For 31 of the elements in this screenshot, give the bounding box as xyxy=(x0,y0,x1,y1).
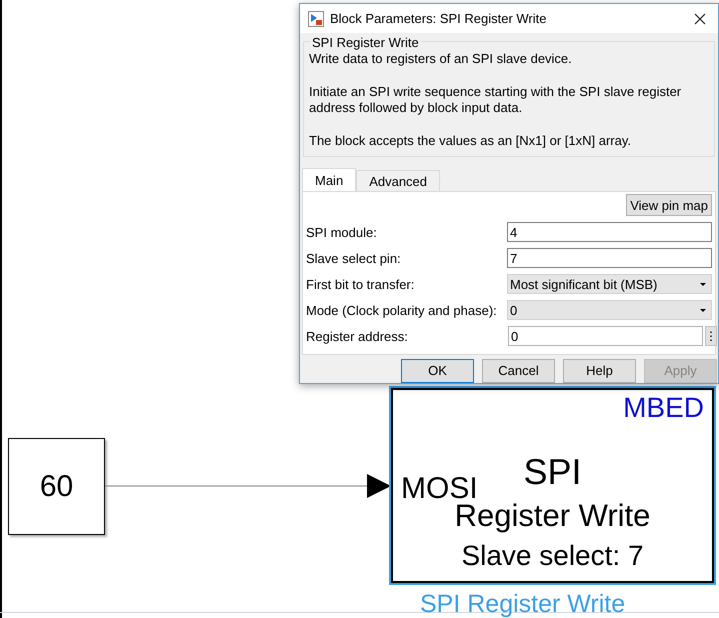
block-name: SPI Register Write xyxy=(420,592,626,617)
description-text: Write data to registers of an SPI slave device. xyxy=(309,51,573,67)
spi-block[interactable]: MBED MOSI SPI Register Write Slave select: 7 xyxy=(389,386,716,585)
dropdown[interactable]: 0 xyxy=(507,300,712,320)
constant-block[interactable]: 60 xyxy=(8,438,105,535)
view-pin-map-button[interactable]: View pin map xyxy=(626,194,712,216)
tab[interactable]: Main xyxy=(302,168,356,192)
library-label: MBED xyxy=(623,394,704,422)
block-title: SPI xyxy=(523,454,582,490)
caret-icon xyxy=(700,282,706,286)
block-detail: Slave select: 7 xyxy=(460,542,645,570)
input-field[interactable]: 7 xyxy=(507,248,712,268)
field-label: Mode (Clock polarity and phase): xyxy=(306,302,498,320)
field-label: Register address: xyxy=(306,328,409,346)
dialog-button[interactable]: Help xyxy=(563,359,636,383)
description-text: The block accepts the values as an [Nx1] or [1xN] array. xyxy=(309,133,632,149)
description-text: Initiate an SPI write sequence starting with the SPI slave register address followed by block input data. xyxy=(309,84,682,116)
field-label: First bit to transfer: xyxy=(306,276,416,294)
dialog-button[interactable]: Cancel xyxy=(482,359,555,383)
dialog-button[interactable]: OK xyxy=(401,359,474,383)
field-label: SPI module: xyxy=(306,224,378,242)
close-icon[interactable] xyxy=(694,12,706,24)
more-button[interactable]: ⋮ xyxy=(705,326,717,346)
input-field[interactable]: 0 xyxy=(508,326,703,346)
caret-icon xyxy=(700,308,706,312)
input-field[interactable]: 4 xyxy=(507,222,712,242)
block-icon xyxy=(308,10,324,26)
tab[interactable]: Advanced xyxy=(356,170,440,192)
dropdown[interactable]: Most significant bit (MSB) xyxy=(507,274,712,294)
window-title: Block Parameters: SPI Register Write xyxy=(330,10,548,28)
field-label: Slave select pin: xyxy=(306,250,402,268)
